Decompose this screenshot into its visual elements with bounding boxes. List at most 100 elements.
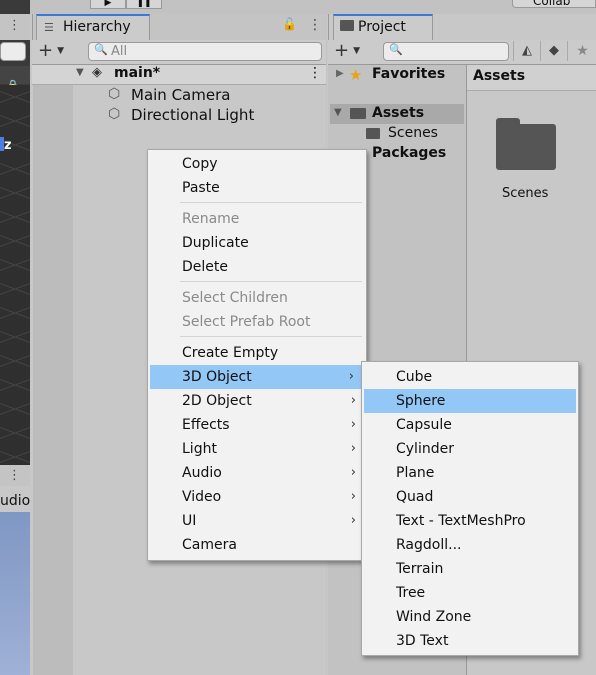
chevron-right-icon: › [350, 417, 356, 432]
submenu-item-tree[interactable]: Tree [362, 581, 578, 605]
chevron-right-icon: › [350, 441, 356, 456]
menu-item-paste[interactable]: Paste [148, 176, 366, 200]
menu-separator [180, 202, 362, 203]
asset-label: Scenes [502, 186, 549, 201]
menu-item-video[interactable]: Video › [148, 485, 366, 509]
gameobject-cube-icon: ⬡ [108, 86, 121, 102]
menu-item-label: Duplicate [182, 235, 249, 251]
gameobject-cube-icon: ⬡ [108, 106, 121, 122]
asset-folder-scenes[interactable]: Scenes [490, 110, 562, 206]
tree-item-label: Scenes [388, 125, 438, 141]
chevron-right-icon: › [350, 393, 356, 408]
menu-item-label: Copy [182, 156, 218, 172]
chevron-right-icon: › [350, 489, 356, 504]
favorite-filter-icon[interactable]: ★ [567, 41, 596, 61]
tab-hierarchy[interactable]: ☰ Hierarchy [36, 14, 150, 42]
scene-search-input[interactable] [0, 42, 26, 61]
hierarchy-more-icon[interactable]: ⋮ [308, 17, 322, 33]
audio-tab[interactable]: udio [0, 486, 30, 512]
hierarchy-item[interactable]: ⬡ Directional Light [108, 106, 308, 126]
menu-item-label: UI [182, 513, 197, 529]
tab-project[interactable]: Project [333, 14, 433, 42]
folder-icon [340, 20, 354, 31]
tree-item-assets[interactable]: ▼ Assets [330, 104, 464, 124]
hierarchy-lock-icon[interactable]: 🔓 [282, 17, 297, 31]
menu-item-rename: Rename [148, 207, 366, 231]
menu-item-label: Audio [182, 465, 222, 481]
scene-more-icon[interactable]: ⋮ [308, 65, 322, 81]
menu-item-copy[interactable]: Copy [148, 152, 366, 176]
menu-item-label: Terrain [396, 561, 444, 577]
search-icon: 🔍 [389, 43, 403, 56]
menu-separator [180, 336, 362, 337]
menu-item-create-empty[interactable]: Create Empty [148, 341, 366, 365]
menu-item-duplicate[interactable]: Duplicate [148, 231, 366, 255]
collab-label: Collab [533, 0, 571, 8]
game-view[interactable] [0, 512, 30, 675]
foldout-arrow-icon[interactable]: ▶ [336, 68, 344, 79]
search-by-type-icon[interactable]: ◭ [513, 41, 540, 61]
submenu-item-cylinder[interactable]: Cylinder [362, 437, 578, 461]
submenu-3d-object: Cube Sphere Capsule Cylinder Plane Quad … [361, 361, 579, 656]
assets-breadcrumb: Assets [467, 65, 596, 91]
collab-button[interactable]: Collab [512, 0, 596, 8]
menu-item-effects[interactable]: Effects › [148, 413, 366, 437]
menu-item-label: Paste [182, 180, 220, 196]
folder-icon [366, 128, 380, 139]
menu-item-light[interactable]: Light › [148, 437, 366, 461]
tree-item-label: Packages [372, 145, 447, 161]
hierarchy-item-label: Main Camera [131, 86, 231, 104]
tree-item-scenes[interactable]: Scenes [330, 124, 464, 144]
menu-item-label: Quad [396, 489, 434, 505]
menu-item-label: Video [182, 489, 222, 505]
menu-item-label: Wind Zone [396, 609, 472, 625]
menu-item-label: Select Children [182, 290, 288, 306]
project-create-button[interactable]: + ▼ [334, 41, 370, 61]
hierarchy-tab-label: Hierarchy [63, 19, 131, 35]
menu-item-label: Cylinder [396, 441, 454, 457]
large-folder-icon [496, 118, 556, 170]
menu-item-label: 3D Object [182, 369, 252, 385]
submenu-item-terrain[interactable]: Terrain [362, 557, 578, 581]
project-search-input[interactable]: 🔍 [383, 42, 509, 61]
scene-header-row[interactable]: ▼ ◈ main* ⋮ [32, 65, 326, 85]
submenu-item-ragdoll[interactable]: Ragdoll... [362, 533, 578, 557]
submenu-item-text-textmeshpro[interactable]: Text - TextMeshPro [362, 509, 578, 533]
foldout-arrow-icon[interactable]: ▼ [76, 67, 84, 78]
more-icon[interactable]: ⋮ [8, 468, 21, 483]
menu-item-label: Rename [182, 211, 240, 227]
submenu-item-plane[interactable]: Plane [362, 461, 578, 485]
menu-item-label: Capsule [396, 417, 452, 433]
submenu-item-quad[interactable]: Quad [362, 485, 578, 509]
menu-item-label: Camera [182, 537, 237, 553]
hierarchy-search-input[interactable]: 🔍 All [88, 42, 322, 61]
submenu-item-wind-zone[interactable]: Wind Zone [362, 605, 578, 629]
submenu-item-cube[interactable]: Cube [362, 365, 578, 389]
menu-item-audio[interactable]: Audio › [148, 461, 366, 485]
menu-item-label: Create Empty [182, 345, 279, 361]
submenu-item-capsule[interactable]: Capsule [362, 413, 578, 437]
menu-item-label: 3D Text [396, 633, 449, 649]
menu-item-delete[interactable]: Delete [148, 255, 366, 279]
assets-header-label: Assets [473, 68, 526, 84]
search-by-label-icon[interactable]: ◆ [540, 41, 567, 61]
project-tab-label: Project [358, 19, 406, 35]
unity-scene-icon: ◈ [92, 65, 102, 80]
menu-item-2d-object[interactable]: 2D Object › [148, 389, 366, 413]
play-button[interactable]: ▶ [90, 0, 126, 9]
menu-item-ui[interactable]: UI › [148, 509, 366, 533]
menu-item-label: Text - TextMeshPro [396, 513, 526, 529]
submenu-item-sphere[interactable]: Sphere [364, 389, 576, 413]
hierarchy-gutter [33, 84, 73, 675]
pause-button[interactable]: ❚❚ [126, 0, 162, 9]
hierarchy-item[interactable]: ⬡ Main Camera [108, 86, 308, 106]
star-icon: ★ [349, 66, 363, 84]
submenu-item-3d-text[interactable]: 3D Text [362, 629, 578, 653]
create-dropdown-button[interactable]: + ▼ [38, 41, 74, 61]
menu-item-camera[interactable]: Camera [148, 533, 366, 557]
menu-item-3d-object[interactable]: 3D Object › [150, 365, 364, 389]
context-menu: Copy Paste Rename Duplicate Delete Selec… [147, 149, 367, 561]
scene-more-icon[interactable]: ⋮ [8, 18, 21, 33]
foldout-arrow-icon[interactable]: ▼ [334, 107, 342, 118]
tree-item-favorites[interactable]: ▶ ★ Favorites [330, 66, 464, 86]
